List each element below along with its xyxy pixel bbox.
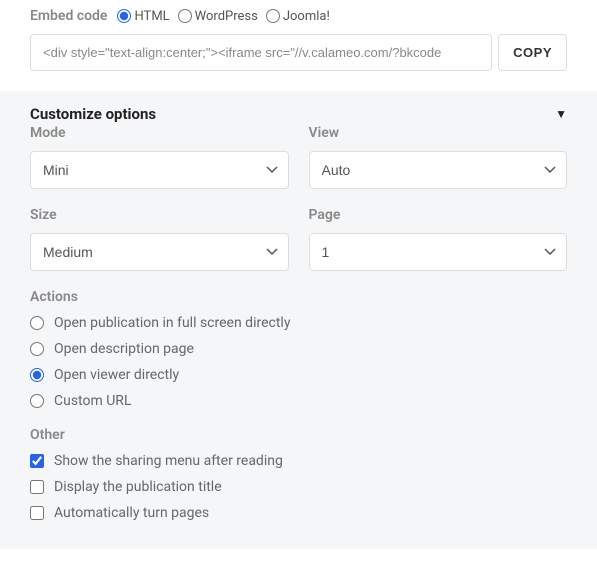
size-label: Size [30, 207, 289, 223]
embed-radio-html-input[interactable] [117, 9, 131, 23]
other-checkbox-sharing[interactable] [30, 454, 44, 468]
embed-format-radio-group: HTML WordPress Joomla! [117, 9, 333, 24]
action-radio-description[interactable] [30, 342, 44, 356]
embed-radio-wordpress[interactable]: WordPress [178, 9, 258, 24]
other-item-autoturn[interactable]: Automatically turn pages [30, 505, 567, 521]
view-select[interactable]: Auto [309, 151, 568, 189]
action-item-custom-url[interactable]: Custom URL [30, 393, 567, 409]
row-size-page: Size Medium Page 1 [30, 207, 567, 271]
embed-radio-html[interactable]: HTML [117, 9, 169, 24]
action-label-viewer: Open viewer directly [54, 367, 179, 383]
embed-radio-wordpress-label: WordPress [195, 9, 258, 24]
other-item-title[interactable]: Display the publication title [30, 479, 567, 495]
action-label-custom-url: Custom URL [54, 393, 131, 409]
customize-header[interactable]: Customize options ▼ [30, 105, 567, 123]
view-col: View Auto [309, 125, 568, 189]
copy-button[interactable]: COPY [498, 34, 567, 71]
actions-label: Actions [30, 289, 567, 305]
action-item-viewer[interactable]: Open viewer directly [30, 367, 567, 383]
embed-radio-joomla-input[interactable] [266, 9, 280, 23]
actions-list: Open publication in full screen directly… [30, 315, 567, 409]
embed-code-label: Embed code [30, 8, 107, 24]
embed-radio-html-label: HTML [134, 9, 169, 24]
other-label-sharing: Show the sharing menu after reading [54, 453, 283, 469]
other-item-sharing[interactable]: Show the sharing menu after reading [30, 453, 567, 469]
action-radio-custom-url[interactable] [30, 394, 44, 408]
embed-section: Embed code HTML WordPress Joomla! COPY [0, 0, 597, 91]
mode-label: Mode [30, 125, 289, 141]
embed-code-input[interactable] [30, 34, 492, 71]
action-item-description[interactable]: Open description page [30, 341, 567, 357]
action-radio-fullscreen[interactable] [30, 316, 44, 330]
chevron-down-icon: ▼ [555, 107, 567, 121]
mode-col: Mode Mini [30, 125, 289, 189]
action-label-description: Open description page [54, 341, 194, 357]
other-label-title: Display the publication title [54, 479, 222, 495]
embed-row: Embed code HTML WordPress Joomla! [30, 8, 567, 24]
other-list: Show the sharing menu after reading Disp… [30, 453, 567, 521]
action-label-fullscreen: Open publication in full screen directly [54, 315, 290, 331]
page-select[interactable]: 1 [309, 233, 568, 271]
embed-radio-wordpress-input[interactable] [178, 9, 192, 23]
row-mode-view: Mode Mini View Auto [30, 125, 567, 189]
size-col: Size Medium [30, 207, 289, 271]
other-label-autoturn: Automatically turn pages [54, 505, 209, 521]
other-block: Other Show the sharing menu after readin… [30, 427, 567, 521]
embed-radio-joomla-label: Joomla! [283, 9, 330, 24]
embed-code-row: COPY [30, 34, 567, 71]
page-label: Page [309, 207, 568, 223]
view-label: View [309, 125, 568, 141]
other-checkbox-autoturn[interactable] [30, 506, 44, 520]
mode-select[interactable]: Mini [30, 151, 289, 189]
customize-section: Customize options ▼ Mode Mini View Auto … [0, 91, 597, 549]
embed-radio-joomla[interactable]: Joomla! [266, 9, 330, 24]
action-item-fullscreen[interactable]: Open publication in full screen directly [30, 315, 567, 331]
customize-title: Customize options [30, 105, 156, 123]
action-radio-viewer[interactable] [30, 368, 44, 382]
size-select[interactable]: Medium [30, 233, 289, 271]
page-col: Page 1 [309, 207, 568, 271]
other-checkbox-title[interactable] [30, 480, 44, 494]
other-label: Other [30, 427, 567, 443]
